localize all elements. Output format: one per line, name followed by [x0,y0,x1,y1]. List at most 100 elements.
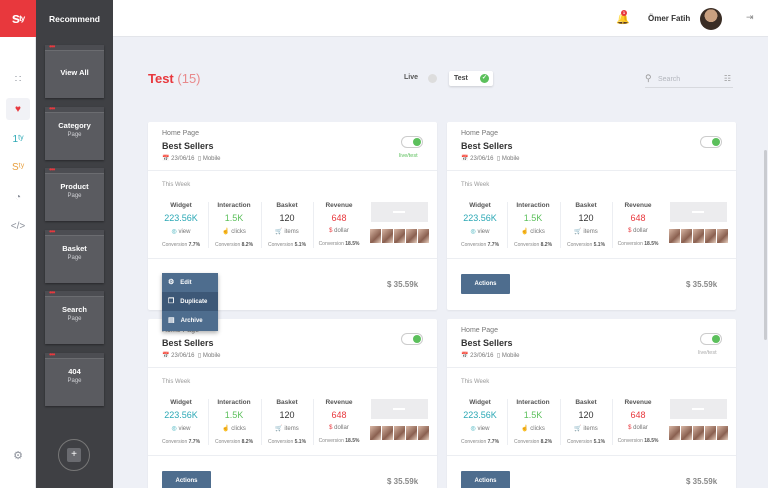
stat-value: 648 [630,213,646,223]
test-count: (15) [177,71,201,86]
panel-item-3[interactable]: ••• Product Page [45,166,104,221]
stat-label: Widget [170,202,192,209]
stat-interaction: Interaction 1.5K ☝ clicks Conversion 8.2% [508,202,558,248]
stat-basket: Basket 120 🛒 items Conversion 5.1% [262,399,312,445]
stat-value: 648 [630,410,646,420]
code-icon[interactable]: 1ᵗʸ [6,128,30,150]
unit-icon: $ [628,228,632,234]
live-test-toggle[interactable] [401,136,423,148]
card-title[interactable]: Best Sellers [461,338,513,348]
calendar-icon: 📅 [461,353,469,359]
dots-icon: ••• [49,350,55,359]
heart-icon[interactable]: ♥ [6,98,30,120]
calendar-icon: 📅 [461,156,469,162]
stat-value: 1.5K [224,213,244,223]
divider [261,202,262,248]
panel-item-sublabel: Page [67,193,82,199]
copy-icon: ❐ [168,298,175,305]
gear-icon[interactable]: ⚙ [6,444,30,466]
stat-conversion: Conversion 5.1% [267,439,307,445]
card-meta: 📅 23/06/16 ▯ Mobile [461,156,520,162]
grid-icon[interactable]: ∷ [6,68,30,90]
stat-basket: Basket 120 🛒 items Conversion 5.1% [561,202,611,248]
product-thumb [418,426,429,440]
live-test-toggle[interactable] [700,136,722,148]
stat-unit: ◎ view [171,426,191,432]
stat-unit: 🛒 items [574,426,598,432]
filter-icon[interactable]: ☷ [724,74,731,83]
card-page: Home Page [461,130,498,137]
bell-icon[interactable]: 🔔 1 [616,10,630,25]
add-button[interactable]: + [58,439,90,471]
unit-icon: ◎ [171,426,177,432]
actions-button[interactable]: Actions [461,274,510,294]
product-thumb [394,426,405,440]
live-toggle[interactable] [428,74,437,83]
divider [447,367,736,368]
divider [507,399,508,445]
actions-button[interactable]: Actions [162,471,211,488]
stat-basket: Basket 120 🛒 items Conversion 5.1% [561,399,611,445]
pie-chart-icon[interactable]: ◔ [6,186,30,208]
user-name[interactable]: Ömer Fatih [648,14,690,23]
stat-unit: 🛒 items [574,229,598,235]
product-thumbnails [669,229,729,243]
stat-value: 223.56K [463,213,497,223]
stat-value: 648 [331,213,347,223]
stat-conversion: Conversion 7.7% [161,242,201,248]
card-title[interactable]: Best Sellers [162,141,214,151]
divider [447,170,736,171]
stat-interaction: Interaction 1.5K ☝ clicks Conversion 8.2% [209,399,259,445]
panel-item-2[interactable]: ••• Category Page [45,105,104,160]
stat-unit: ☝ clicks [521,426,545,432]
stat-revenue: Revenue 648 $ dollar Conversion 18.5% [314,399,364,444]
stat-widget: Widget 223.56K ◎ view Conversion 7.7% [156,202,206,248]
card-revenue: $ 35.59k [686,280,718,289]
product-thumb [370,426,381,440]
scrollbar[interactable] [764,150,767,340]
unit-icon: 🛒 [574,426,582,432]
unit-icon: $ [628,425,632,431]
actions-button[interactable]: Actions [461,471,510,488]
test-toggle[interactable]: Test ✓ [449,71,493,86]
live-test-toggle[interactable] [700,333,722,345]
top-bar: 🔔 1 Ömer Fatih ⇥ [113,0,768,37]
logout-icon[interactable]: ⇥ [746,12,754,23]
dropdown-item-duplicate[interactable]: ❐ Duplicate [162,292,218,311]
card-meta: 📅 23/06/16 ▯ Mobile [461,353,520,359]
stat-value: 1.5K [523,213,543,223]
logo[interactable]: s ty [0,0,36,37]
stat-conversion: Conversion 18.5% [617,438,659,444]
stat-label: Interaction [516,202,550,209]
divider [560,202,561,248]
stat-conversion: Conversion 8.2% [513,242,553,248]
divider [313,399,314,445]
embed-icon[interactable]: </> [6,215,30,237]
panel-title: Recommend [48,13,100,24]
unit-icon: ☝ [222,229,230,235]
stat-conversion: Conversion 18.5% [318,241,360,247]
product-thumb [406,426,417,440]
archive-icon: ▤ [168,317,175,324]
product-thumb [705,426,716,440]
avatar[interactable] [700,8,722,30]
stat-revenue: Revenue 648 $ dollar Conversion 18.5% [613,202,663,247]
panel-item-1[interactable]: ••• View All [45,43,104,98]
panel-item-6[interactable]: ••• 404 Page [45,350,104,406]
card-title[interactable]: Best Sellers [162,338,214,348]
dropdown-item-edit[interactable]: ⚙ Edit [162,273,218,292]
live-test-toggle[interactable] [401,333,423,345]
stat-unit: 🛒 items [275,426,299,432]
search-box[interactable]: ⚲ Search ☷ [645,72,733,88]
dropdown-item-archive[interactable]: ▤ Archive [162,311,218,330]
widget-preview [670,399,727,419]
campaign-card: Home PageBest Sellers📅 23/06/16 ▯ Mobile… [148,319,437,488]
check-icon: ✓ [480,74,489,83]
card-title[interactable]: Best Sellers [461,141,513,151]
stat-unit: ◎ view [470,426,490,432]
panel-item-5[interactable]: ••• Search Page [45,289,104,344]
search-input[interactable]: Search [658,76,680,83]
panel-item-4[interactable]: ••• Basket Page [45,228,104,283]
divider [208,202,209,248]
code-icon[interactable]: Sᵗʸ [6,156,30,178]
